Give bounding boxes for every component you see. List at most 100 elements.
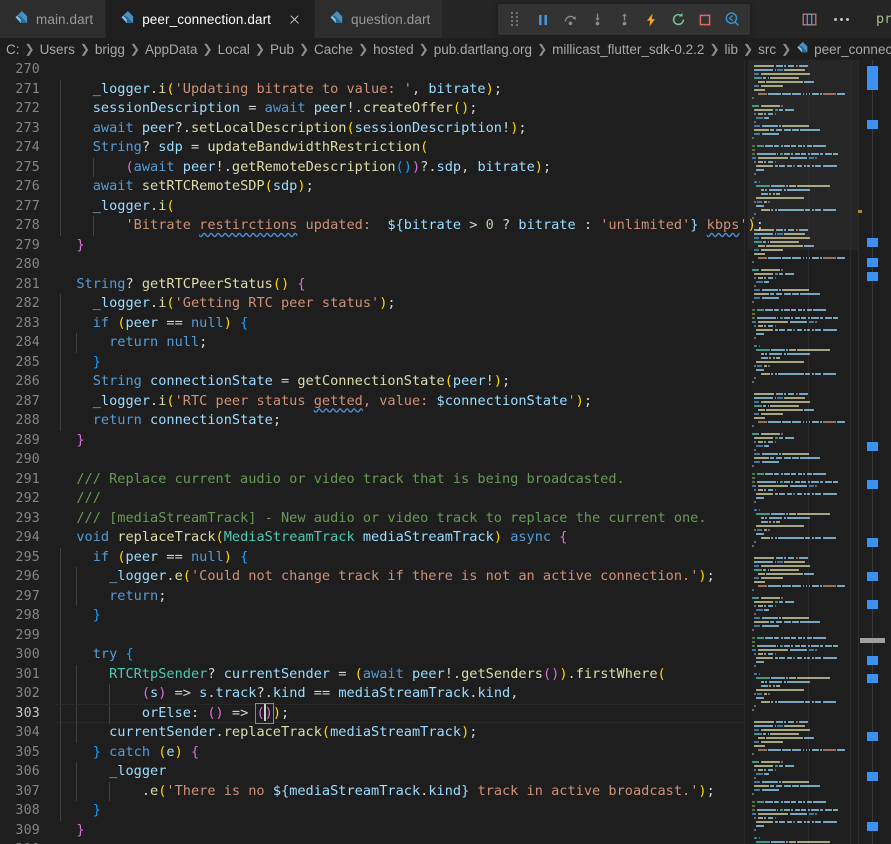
code-line[interactable]: 306 _logger	[0, 762, 745, 782]
code-line[interactable]: 307 .e('There is no ${mediaStreamTrack.k…	[0, 781, 745, 801]
line-number: 293	[15, 510, 40, 526]
tab-question-dart[interactable]: question.dart	[315, 0, 444, 38]
breadcrumb-item[interactable]: brigg	[95, 42, 125, 57]
code-line[interactable]: 293 /// [mediaStreamTrack] - New audio o…	[0, 509, 745, 529]
code-line[interactable]: 285 }	[0, 352, 745, 372]
ruler-mark	[867, 258, 878, 267]
breadcrumb-item[interactable]: AppData	[145, 42, 198, 57]
dart-file-icon	[796, 41, 809, 57]
breadcrumb-item[interactable]: src	[758, 42, 776, 57]
line-number: 309	[15, 822, 40, 838]
adjacent-group-breadcrumb: pr	[876, 11, 891, 27]
code-line[interactable]: 286 String connectionState = getConnecti…	[0, 372, 745, 392]
code-line[interactable]: 276 await setRTCRemoteSDP(sdp);	[0, 177, 745, 197]
line-number: 282	[15, 296, 40, 311]
code-area[interactable]: 270 271 _logger.i('Updating bitrate to v…	[0, 60, 764, 844]
code-line[interactable]: 302 (s) => s.track?.kind == mediaStreamT…	[0, 684, 745, 704]
chevron-right-icon: ❯	[743, 42, 754, 56]
breadcrumb-item[interactable]: millicast_flutter_sdk-0.2.2	[552, 42, 704, 57]
minimap[interactable]	[748, 60, 858, 844]
more-actions-icon[interactable]	[827, 6, 855, 34]
code-line[interactable]: 296 _logger.e('Could not change track if…	[0, 567, 745, 587]
code-line[interactable]: 300 try {	[0, 645, 745, 665]
code-line[interactable]: 291 /// Replace current audio or video t…	[0, 470, 745, 490]
breadcrumb-item[interactable]: pub.dartlang.org	[434, 42, 532, 57]
code-line[interactable]: 272 sessionDescription = await peer!.cre…	[0, 99, 745, 119]
code-line[interactable]: 288 return connectionState;	[0, 411, 745, 431]
breadcrumb-item[interactable]: lib	[725, 42, 739, 57]
step-over-icon[interactable]	[557, 7, 583, 33]
inspect-widget-icon[interactable]	[719, 7, 745, 33]
code-line-active[interactable]: 303 orElse: () => ());	[0, 702, 745, 724]
code-line[interactable]: 304 currentSender.replaceTrack(mediaStre…	[0, 723, 745, 743]
chevron-right-icon: ❯	[418, 42, 429, 56]
ruler-mark	[867, 66, 878, 90]
ruler-mark	[867, 538, 878, 547]
tab-peer-connection-dart[interactable]: peer_connection.dart	[106, 0, 316, 38]
line-number: 288	[15, 413, 40, 428]
line-number: 281	[15, 276, 40, 292]
line-number: 304	[15, 725, 40, 740]
line-number: 303	[15, 705, 40, 721]
breadcrumb-item-file[interactable]: peer_connection.dart	[796, 41, 891, 57]
code-line[interactable]: 309 }	[0, 821, 745, 841]
split-editor-icon[interactable]	[795, 6, 823, 34]
breadcrumb-item[interactable]: hosted	[373, 42, 414, 57]
close-icon[interactable]	[286, 11, 302, 27]
step-into-icon[interactable]	[584, 7, 610, 33]
code-line[interactable]: 278 'Bitrate restirctions updated: ${bit…	[0, 216, 764, 236]
code-line[interactable]: 310	[0, 840, 745, 844]
code-line[interactable]: 298 }	[0, 606, 745, 626]
code-line[interactable]: 282 _logger.i('Getting RTC peer status')…	[0, 294, 745, 314]
step-out-icon[interactable]	[611, 7, 637, 33]
code-line[interactable]: 270	[0, 60, 745, 80]
ruler-mark	[867, 238, 878, 247]
line-number: 291	[15, 471, 40, 487]
breadcrumb-item[interactable]: Local	[218, 42, 250, 57]
breadcrumb-item[interactable]: Users	[40, 42, 75, 57]
minimap-content	[748, 60, 858, 844]
code-line[interactable]: 279 }	[0, 236, 745, 256]
dart-file-icon	[329, 10, 344, 28]
line-number: 283	[15, 315, 40, 331]
code-line[interactable]: 308 }	[0, 801, 745, 821]
breadcrumb-item[interactable]: C:	[6, 42, 20, 57]
code-line[interactable]: 292 ///	[0, 489, 745, 509]
code-line[interactable]: 301 RTCRtpSender? currentSender = (await…	[0, 664, 745, 684]
line-number: 301	[15, 666, 40, 682]
chevron-right-icon: ❯	[709, 42, 720, 56]
breadcrumb-item[interactable]: Cache	[314, 42, 353, 57]
code-line[interactable]: 305 } catch (e) {	[0, 742, 745, 762]
code-line[interactable]: 284 return null;	[0, 333, 745, 353]
code-line[interactable]: 295 if (peer == null) {	[0, 547, 745, 567]
vscode-editor-window: main.dart peer_connection.dart question.…	[0, 0, 891, 844]
pause-icon[interactable]	[530, 7, 556, 33]
line-number: 278	[15, 218, 40, 233]
code-line[interactable]: 271 _logger.i('Updating bitrate to value…	[0, 79, 745, 99]
code-line[interactable]: 287 _logger.i('RTC peer status getted, v…	[0, 391, 745, 411]
restart-icon[interactable]	[665, 7, 691, 33]
line-number: 273	[15, 120, 40, 136]
code-line[interactable]: 294 void replaceTrack(MediaStreamTrack m…	[0, 528, 745, 548]
line-number: 279	[15, 237, 40, 253]
chevron-right-icon: ❯	[24, 42, 35, 56]
code-line[interactable]: 281 String? getRTCPeerStatus() {	[0, 275, 745, 295]
code-line[interactable]: 283 if (peer == null) {	[0, 313, 745, 333]
drag-handle-icon[interactable]	[503, 7, 529, 33]
stop-icon[interactable]	[692, 7, 718, 33]
code-line[interactable]: 275 (await peer!.getRemoteDescription())…	[0, 157, 745, 177]
code-line[interactable]: 274 String? sdp = updateBandwidthRestric…	[0, 138, 745, 158]
code-line[interactable]: 290	[0, 450, 745, 470]
tab-label: peer_connection.dart	[142, 11, 272, 27]
code-line[interactable]: 299	[0, 625, 745, 645]
code-line[interactable]: 277 _logger.i(	[0, 196, 745, 216]
overview-ruler[interactable]	[858, 60, 891, 844]
code-line[interactable]: 289 }	[0, 431, 745, 451]
tab-main-dart[interactable]: main.dart	[0, 0, 107, 38]
hot-reload-icon[interactable]	[638, 7, 664, 33]
breadcrumb-item[interactable]: Pub	[270, 42, 294, 57]
code-line[interactable]: 273 await peer?.setLocalDescription(sess…	[0, 118, 745, 138]
code-line[interactable]: 280	[0, 255, 745, 275]
code-line[interactable]: 297 return;	[0, 586, 745, 606]
line-number: 298	[15, 608, 40, 623]
